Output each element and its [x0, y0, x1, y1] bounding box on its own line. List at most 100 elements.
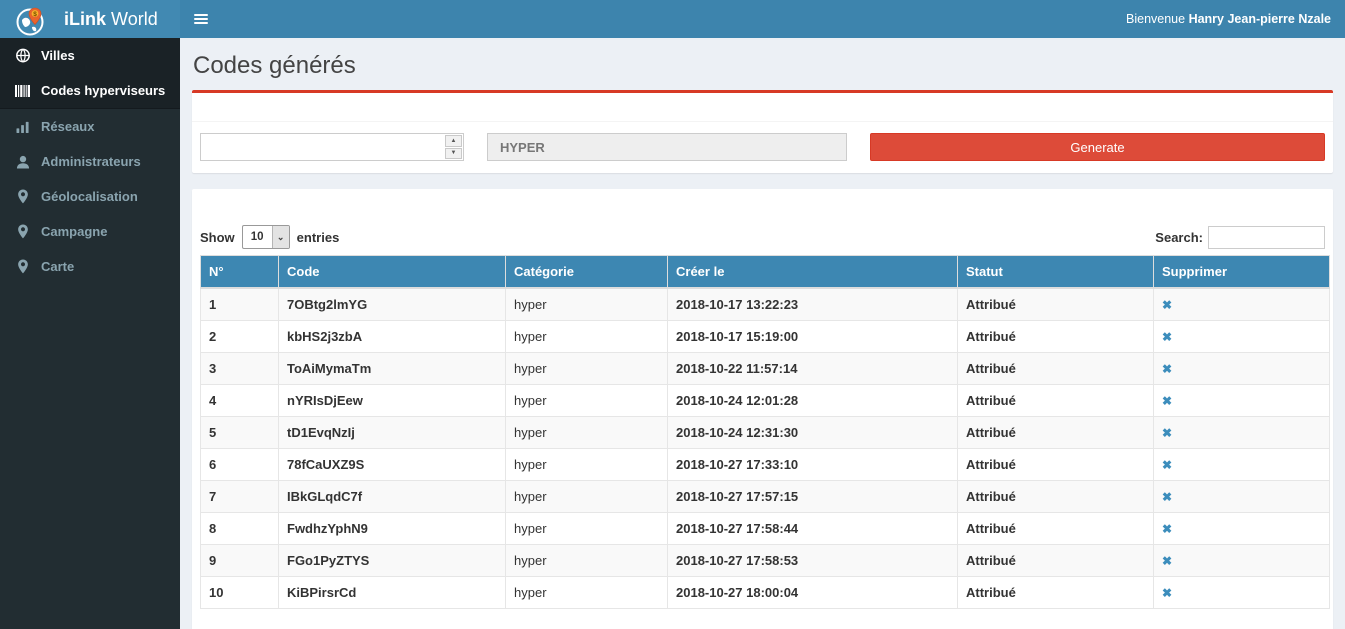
- page-length-select[interactable]: 10 ⌄: [242, 225, 290, 249]
- chevron-down-icon: ⌄: [272, 226, 289, 248]
- cell-created: 2018-10-22 11:57:14: [668, 353, 958, 385]
- cell-delete: ✖: [1154, 449, 1330, 481]
- cell-num: 3: [201, 353, 279, 385]
- quantity-input[interactable]: [201, 134, 444, 160]
- cell-created: 2018-10-27 17:58:44: [668, 513, 958, 545]
- col-header-categorie[interactable]: Catégorie: [506, 256, 668, 289]
- table-row: 4nYRIsDjEewhyper2018-10-24 12:01:28Attri…: [201, 385, 1330, 417]
- cell-created: 2018-10-24 12:01:28: [668, 385, 958, 417]
- delete-icon[interactable]: ✖: [1162, 330, 1172, 344]
- barcode-icon: [15, 84, 31, 98]
- generate-button[interactable]: Generate: [870, 133, 1325, 161]
- sidebar-item-label: Réseaux: [41, 119, 94, 134]
- col-header-num[interactable]: N°: [201, 256, 279, 289]
- cell-created: 2018-10-17 13:22:23: [668, 288, 958, 321]
- cell-num: 8: [201, 513, 279, 545]
- cell-status: Attribué: [958, 513, 1154, 545]
- top-bar: $ iLink World Bienvenue Hanry Jean-pierr…: [0, 0, 1345, 38]
- cell-created: 2018-10-27 17:57:15: [668, 481, 958, 513]
- col-header-supprimer[interactable]: Supprimer: [1154, 256, 1330, 289]
- cell-category: hyper: [506, 385, 668, 417]
- cell-category: hyper: [506, 545, 668, 577]
- codes-table-panel: Show 10 ⌄ entries Search: N° Code Ca: [192, 189, 1333, 629]
- sidebar-item-label: Carte: [41, 259, 74, 274]
- delete-icon[interactable]: ✖: [1162, 394, 1172, 408]
- stepper-down-icon[interactable]: ▼: [445, 148, 462, 160]
- cell-status: Attribué: [958, 321, 1154, 353]
- map-marker-icon: [15, 259, 31, 274]
- delete-icon[interactable]: ✖: [1162, 426, 1172, 440]
- quantity-stepper[interactable]: ▲ ▼: [444, 134, 463, 160]
- sidebar-item-administrateurs[interactable]: Administrateurs: [0, 144, 180, 179]
- sidebar-item-label: Administrateurs: [41, 154, 141, 169]
- sidebar-item-label: Codes hyperviseurs: [41, 83, 165, 98]
- stepper-up-icon[interactable]: ▲: [445, 135, 462, 147]
- sidebar-toggle-button[interactable]: [194, 14, 208, 24]
- cell-created: 2018-10-24 12:31:30: [668, 417, 958, 449]
- delete-icon[interactable]: ✖: [1162, 586, 1172, 600]
- search-input[interactable]: [1208, 226, 1325, 249]
- cell-code: tD1EvqNzIj: [279, 417, 506, 449]
- page-length-value: 10: [243, 226, 272, 248]
- sidebar-item-geolocalisation[interactable]: Géolocalisation: [0, 179, 180, 214]
- cell-category: hyper: [506, 321, 668, 353]
- cell-num: 6: [201, 449, 279, 481]
- page-title: Codes générés: [193, 52, 1333, 80]
- globe-icon: [15, 48, 31, 63]
- cell-num: 4: [201, 385, 279, 417]
- cell-delete: ✖: [1154, 545, 1330, 577]
- brand-logo[interactable]: $ iLink World: [0, 0, 180, 38]
- cell-category: hyper: [506, 353, 668, 385]
- cell-created: 2018-10-27 17:58:53: [668, 545, 958, 577]
- sidebar-item-codes-hyperviseurs[interactable]: Codes hyperviseurs: [0, 73, 180, 108]
- sidebar-item-carte[interactable]: Carte: [0, 249, 180, 284]
- user-name: Hanry Jean-pierre Nzale: [1189, 12, 1331, 26]
- cell-delete: ✖: [1154, 417, 1330, 449]
- map-marker-icon: [15, 189, 31, 204]
- sidebar-item-reseaux[interactable]: Réseaux: [0, 109, 180, 144]
- cell-delete: ✖: [1154, 353, 1330, 385]
- cell-category: hyper: [506, 449, 668, 481]
- delete-icon[interactable]: ✖: [1162, 298, 1172, 312]
- codes-table: N° Code Catégorie Créer le Statut Suppri…: [200, 255, 1330, 609]
- cell-code: FGo1PyZTYS: [279, 545, 506, 577]
- col-header-creer-le[interactable]: Créer le: [668, 256, 958, 289]
- table-row: 8FwdhzYphN9hyper2018-10-27 17:58:44Attri…: [201, 513, 1330, 545]
- delete-icon[interactable]: ✖: [1162, 554, 1172, 568]
- delete-icon[interactable]: ✖: [1162, 522, 1172, 536]
- show-label: Show: [200, 230, 235, 245]
- cell-code: kbHS2j3zbA: [279, 321, 506, 353]
- cell-num: 2: [201, 321, 279, 353]
- cell-status: Attribué: [958, 481, 1154, 513]
- cell-delete: ✖: [1154, 481, 1330, 513]
- delete-icon[interactable]: ✖: [1162, 490, 1172, 504]
- navbar: Bienvenue Hanry Jean-pierre Nzale: [180, 0, 1345, 38]
- sidebar-item-villes[interactable]: Villes: [0, 38, 180, 73]
- cell-status: Attribué: [958, 417, 1154, 449]
- category-input[interactable]: [487, 133, 847, 161]
- cell-delete: ✖: [1154, 321, 1330, 353]
- cell-delete: ✖: [1154, 385, 1330, 417]
- table-row: 3ToAiMymaTmhyper2018-10-22 11:57:14Attri…: [201, 353, 1330, 385]
- cell-category: hyper: [506, 288, 668, 321]
- cell-category: hyper: [506, 481, 668, 513]
- main-content: Codes générés ▲ ▼ Generate Show 10 ⌄: [180, 38, 1345, 629]
- col-header-code[interactable]: Code: [279, 256, 506, 289]
- delete-icon[interactable]: ✖: [1162, 458, 1172, 472]
- welcome-text: Bienvenue Hanry Jean-pierre Nzale: [1126, 12, 1331, 26]
- cell-code: 7OBtg2lmYG: [279, 288, 506, 321]
- app-title: iLink World: [64, 9, 158, 30]
- cell-status: Attribué: [958, 449, 1154, 481]
- user-icon: [15, 155, 31, 169]
- code-generator-panel: ▲ ▼ Generate: [192, 90, 1333, 173]
- cell-code: 78fCaUXZ9S: [279, 449, 506, 481]
- table-row: 2kbHS2j3zbAhyper2018-10-17 15:19:00Attri…: [201, 321, 1330, 353]
- col-header-statut[interactable]: Statut: [958, 256, 1154, 289]
- delete-icon[interactable]: ✖: [1162, 362, 1172, 376]
- cell-created: 2018-10-27 17:33:10: [668, 449, 958, 481]
- cell-num: 9: [201, 545, 279, 577]
- sidebar-item-campagne[interactable]: Campagne: [0, 214, 180, 249]
- cell-code: KiBPirsrCd: [279, 577, 506, 609]
- entries-label: entries: [297, 230, 340, 245]
- sidebar: Villes Codes hyperviseurs Réseaux Admini…: [0, 38, 180, 629]
